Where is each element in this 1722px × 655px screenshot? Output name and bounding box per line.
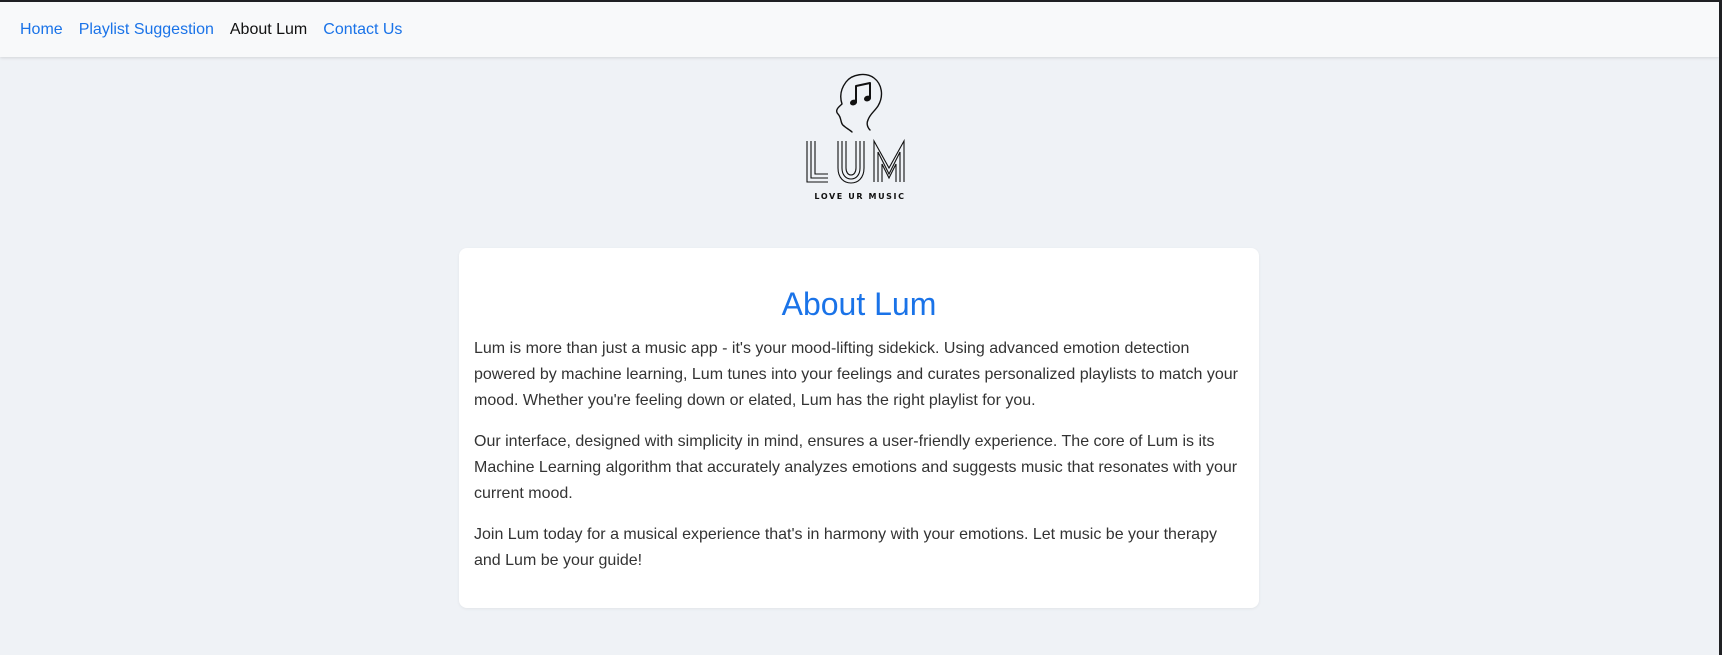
nav-link-home[interactable]: Home xyxy=(20,19,63,41)
about-title: About Lum xyxy=(781,286,937,322)
head-with-music-note-icon xyxy=(806,73,905,184)
about-card: About Lum Lum is more than just a music … xyxy=(459,248,1259,608)
lum-logo: LOVE UR MUSIC xyxy=(800,68,920,208)
about-paragraph-3: Join Lum today for a musical experience … xyxy=(474,526,1217,569)
logo-tagline: LOVE UR MUSIC xyxy=(814,192,906,201)
navbar: Home Playlist Suggestion About Lum Conta… xyxy=(0,2,1719,57)
nav-link-playlist-suggestion[interactable]: Playlist Suggestion xyxy=(79,19,214,41)
about-paragraph-1: Lum is more than just a music app - it's… xyxy=(474,340,1238,409)
about-paragraph-2: Our interface, designed with simplicity … xyxy=(474,433,1238,502)
nav-link-about-lum[interactable]: About Lum xyxy=(230,19,307,41)
nav-link-contact-us[interactable]: Contact Us xyxy=(323,19,402,41)
